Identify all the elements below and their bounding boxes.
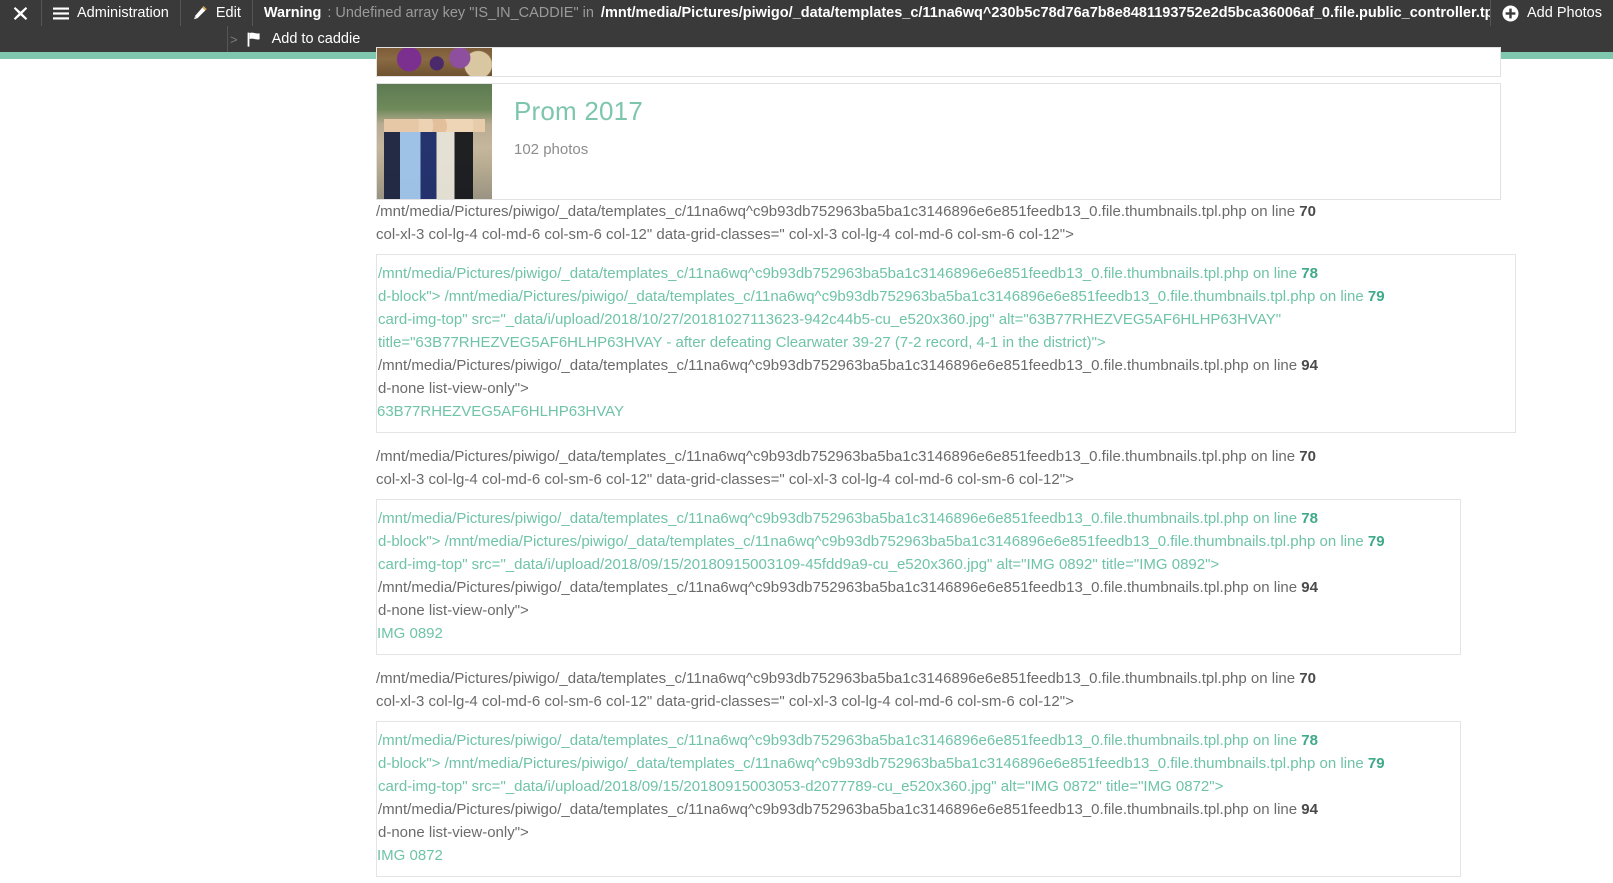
add-to-caddie-label: Add to caddie — [271, 31, 361, 47]
album-thumbnail-image — [377, 48, 492, 76]
debug-path-text: /mnt/media/Pictures/piwigo/_data/templat… — [378, 357, 1302, 374]
caret-label: > — [230, 31, 238, 47]
debug-dblock-text: d-block"> /mnt/media/Pictures/piwigo/_da… — [378, 533, 1368, 550]
debug-line-path: /mnt/media/Pictures/piwigo/_data/templat… — [377, 507, 1460, 530]
administration-label: Administration — [77, 5, 169, 21]
debug-line-path: /mnt/media/Pictures/piwigo/_data/templat… — [377, 576, 1460, 599]
debug-dnone-text: d-none list-view-only"> — [378, 824, 529, 841]
debug-line-number: 70 — [1299, 448, 1316, 465]
album-thumbnail — [377, 84, 492, 199]
debug-line-dnone: d-none list-view-only"> — [377, 599, 1460, 622]
warning-file-path: /mnt/media/Pictures/piwigo/_data/templat… — [600, 5, 1491, 21]
debug-line-number: 79 — [1367, 288, 1385, 305]
flag-icon — [247, 32, 264, 47]
debug-line-dnone: d-none list-view-only"> — [377, 377, 1515, 400]
debug-dnone-text: d-none list-view-only"> — [378, 602, 529, 619]
album-card[interactable] — [376, 47, 1501, 77]
album-thumbnail — [377, 48, 492, 76]
page-content: Prom 2017 102 photos /mnt/media/Pictures… — [0, 47, 1613, 877]
debug-line-number: 70 — [1299, 670, 1316, 687]
debug-line-number: 78 — [1301, 265, 1318, 282]
debug-grid-classes-text: col-xl-3 col-lg-4 col-md-6 col-sm-6 col-… — [376, 471, 1074, 488]
close-button[interactable] — [0, 0, 41, 26]
debug-path-text: /mnt/media/Pictures/piwigo/_data/templat… — [378, 732, 1302, 749]
administration-menu-button[interactable]: Administration — [42, 0, 180, 26]
album-card-prom-2017[interactable]: Prom 2017 102 photos — [376, 83, 1501, 200]
album-photo-count: 102 photos — [514, 141, 589, 158]
debug-line-path: /mnt/media/Pictures/piwigo/_data/templat… — [376, 661, 1613, 690]
debug-img-src-text: card-img-top" src="_data/i/upload/2018/0… — [378, 778, 1224, 795]
add-photos-button[interactable]: Add Photos — [1491, 0, 1613, 26]
debug-dnone-text: d-none list-view-only"> — [378, 380, 529, 397]
debug-line-path: /mnt/media/Pictures/piwigo/_data/templat… — [377, 729, 1460, 752]
debug-output-stream: /mnt/media/Pictures/piwigo/_data/templat… — [0, 200, 1613, 883]
debug-img-title-text: title="63B77RHEZVEG5AF6HLHP63HVAY - afte… — [378, 334, 1106, 351]
debug-path-text: /mnt/media/Pictures/piwigo/_data/templat… — [378, 510, 1302, 527]
debug-line-dblock: d-block"> /mnt/media/Pictures/piwigo/_da… — [377, 752, 1460, 775]
debug-line-dblock: d-block"> /mnt/media/Pictures/piwigo/_da… — [377, 285, 1515, 308]
debug-path-text: /mnt/media/Pictures/piwigo/_data/templat… — [378, 579, 1302, 596]
photo-name-link[interactable]: 63B77RHEZVEG5AF6HLHP63HVAY — [377, 400, 1515, 423]
debug-dblock-text: d-block"> /mnt/media/Pictures/piwigo/_da… — [378, 755, 1368, 772]
edit-label: Edit — [215, 5, 241, 21]
photo-name-link[interactable]: IMG 0892 — [377, 622, 1460, 645]
close-icon — [13, 6, 28, 21]
debug-plain-block: /mnt/media/Pictures/piwigo/_data/templat… — [0, 661, 1613, 713]
debug-dblock-text: d-block"> /mnt/media/Pictures/piwigo/_da… — [378, 288, 1368, 305]
debug-green-block: /mnt/media/Pictures/piwigo/_data/templat… — [376, 254, 1516, 433]
debug-path-text: /mnt/media/Pictures/piwigo/_data/templat… — [376, 670, 1300, 687]
debug-path-text: /mnt/media/Pictures/piwigo/_data/templat… — [376, 203, 1300, 220]
hamburger-menu-icon — [53, 7, 69, 20]
debug-path-text: /mnt/media/Pictures/piwigo/_data/templat… — [378, 265, 1302, 282]
debug-line-grid-classes: col-xl-3 col-lg-4 col-md-6 col-sm-6 col-… — [376, 690, 1613, 713]
plus-circle-icon — [1502, 5, 1519, 22]
debug-green-block: /mnt/media/Pictures/piwigo/_data/templat… — [376, 499, 1461, 655]
debug-line-img-src: card-img-top" src="_data/i/upload/2018/0… — [377, 775, 1460, 798]
pencil-icon — [192, 5, 208, 21]
debug-line-dblock: d-block"> /mnt/media/Pictures/piwigo/_da… — [377, 530, 1460, 553]
debug-line-number: 94 — [1301, 579, 1318, 596]
album-thumbnail-image — [377, 84, 492, 199]
debug-path-text: /mnt/media/Pictures/piwigo/_data/templat… — [376, 448, 1300, 465]
debug-plain-block: /mnt/media/Pictures/piwigo/_data/templat… — [0, 200, 1613, 246]
debug-line-number: 79 — [1367, 755, 1385, 772]
photo-name-link[interactable]: IMG 0872 — [377, 844, 1460, 867]
add-photos-label: Add Photos — [1527, 5, 1602, 21]
debug-line-number: 78 — [1301, 732, 1318, 749]
warning-text: : Undefined array key "IS_IN_CADDIE" in — [327, 5, 594, 21]
debug-line-number: 94 — [1301, 801, 1318, 818]
edit-button[interactable]: Edit — [181, 0, 252, 26]
debug-line-path: /mnt/media/Pictures/piwigo/_data/templat… — [376, 439, 1613, 468]
debug-line-img-title: title="63B77RHEZVEG5AF6HLHP63HVAY - afte… — [377, 331, 1515, 354]
debug-img-src-text: card-img-top" src="_data/i/upload/2018/0… — [378, 556, 1220, 573]
admin-toolbar-row-primary: Administration Edit Warning : Undefined … — [0, 0, 1613, 26]
debug-line-path: /mnt/media/Pictures/piwigo/_data/templat… — [376, 200, 1613, 223]
album-title[interactable]: Prom 2017 — [514, 98, 1500, 124]
add-to-caddie-button[interactable]: Add to caddie — [247, 26, 372, 52]
debug-line-path: /mnt/media/Pictures/piwigo/_data/templat… — [377, 262, 1515, 285]
debug-line-number: 94 — [1301, 357, 1318, 374]
debug-green-block: /mnt/media/Pictures/piwigo/_data/templat… — [376, 721, 1461, 877]
admin-toolbar: Administration Edit Warning : Undefined … — [0, 0, 1613, 52]
debug-line-grid-classes: col-xl-3 col-lg-4 col-md-6 col-sm-6 col-… — [376, 468, 1613, 491]
album-info — [492, 48, 1500, 76]
debug-line-path: /mnt/media/Pictures/piwigo/_data/templat… — [377, 354, 1515, 377]
album-info: Prom 2017 102 photos — [492, 84, 1500, 199]
debug-line-path: /mnt/media/Pictures/piwigo/_data/templat… — [377, 798, 1460, 821]
debug-grid-classes-text: col-xl-3 col-lg-4 col-md-6 col-sm-6 col-… — [376, 226, 1074, 243]
debug-line-grid-classes: col-xl-3 col-lg-4 col-md-6 col-sm-6 col-… — [376, 223, 1613, 246]
debug-line-dnone: d-none list-view-only"> — [377, 821, 1460, 844]
debug-img-src-text: card-img-top" src="_data/i/upload/2018/1… — [378, 311, 1282, 328]
debug-grid-classes-text: col-xl-3 col-lg-4 col-md-6 col-sm-6 col-… — [376, 693, 1074, 710]
debug-plain-block: /mnt/media/Pictures/piwigo/_data/templat… — [0, 439, 1613, 491]
debug-line-number: 78 — [1301, 510, 1318, 527]
debug-line-number: 79 — [1367, 533, 1385, 550]
debug-line-img-src: card-img-top" src="_data/i/upload/2018/1… — [377, 308, 1515, 331]
debug-line-img-src: card-img-top" src="_data/i/upload/2018/0… — [377, 553, 1460, 576]
debug-line-number: 70 — [1299, 203, 1316, 220]
debug-path-text: /mnt/media/Pictures/piwigo/_data/templat… — [378, 801, 1302, 818]
warning-message: Warning : Undefined array key "IS_IN_CAD… — [253, 0, 1490, 26]
warning-label: Warning — [263, 5, 322, 21]
